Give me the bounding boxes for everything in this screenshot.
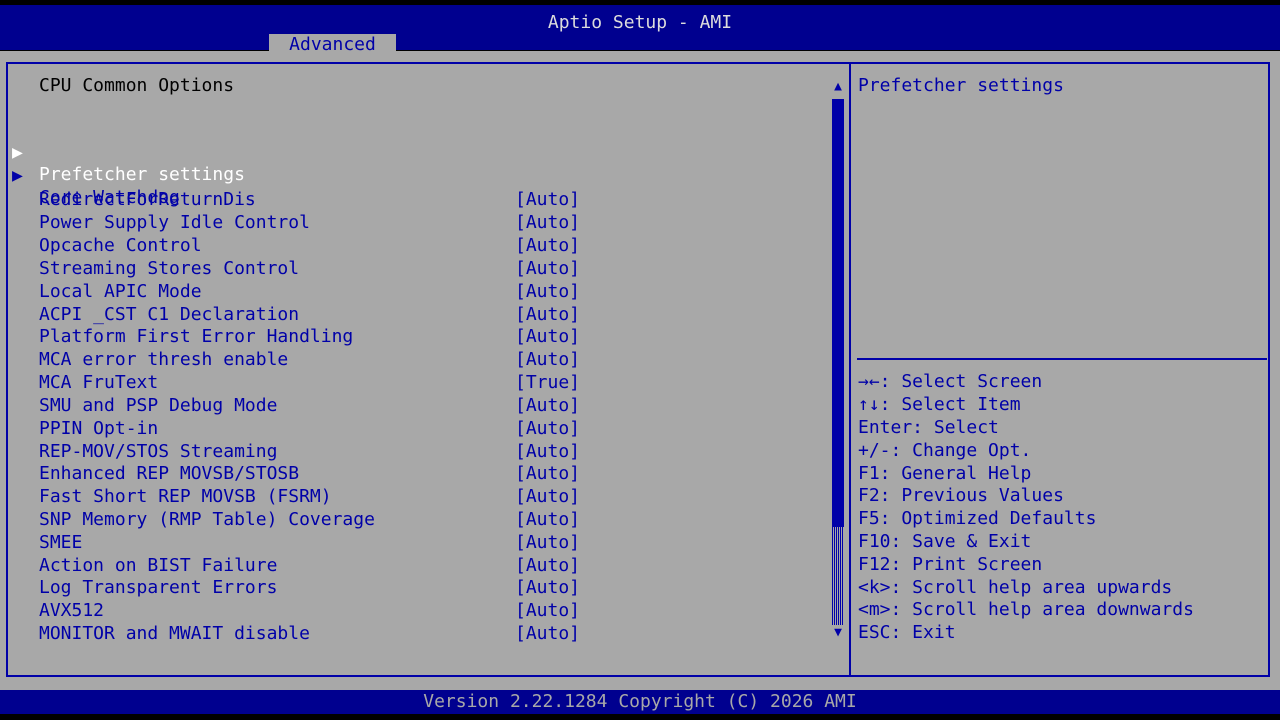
option-label: Streaming Stores Control: [39, 258, 300, 279]
option-row[interactable]: AVX512 [Auto]: [0, 600, 800, 622]
option-row[interactable]: ACPI _CST C1 Declaration [Auto]: [0, 304, 800, 326]
option-value: [Auto]: [515, 555, 581, 576]
submenu-label: Prefetcher settings: [39, 164, 245, 185]
option-value: [Auto]: [515, 189, 581, 210]
app-title: Aptio Setup - AMI: [547, 12, 733, 33]
option-value: [Auto]: [515, 349, 581, 370]
key-hint: +/-: Change Opt.: [858, 440, 1032, 461]
help-divider: [857, 358, 1267, 360]
option-label: PPIN Opt-in: [39, 418, 159, 439]
option-value: [Auto]: [515, 212, 581, 233]
option-label: RedirectForReturnDis: [39, 189, 256, 210]
option-label: Fast Short REP MOVSB (FSRM): [39, 486, 332, 507]
option-value: [Auto]: [515, 281, 581, 302]
option-value: [Auto]: [515, 326, 581, 347]
option-value: [Auto]: [515, 235, 581, 256]
option-row[interactable]: RedirectForReturnDis [Auto]: [0, 189, 800, 211]
key-hint: F12: Print Screen: [858, 554, 1043, 575]
option-row[interactable]: SMU and PSP Debug Mode [Auto]: [0, 395, 800, 417]
option-row[interactable]: Platform First Error Handling [Auto]: [0, 326, 800, 348]
option-label: Action on BIST Failure: [39, 555, 278, 576]
option-label: REP-MOV/STOS Streaming: [39, 441, 278, 462]
scrollbar-thumb[interactable]: [832, 527, 844, 625]
version-footer: Version 2.22.1284 Copyright (C) 2026 AMI: [0, 690, 1280, 714]
section-title: CPU Common Options: [39, 75, 235, 96]
pane-divider: [849, 62, 851, 677]
option-label: Local APIC Mode: [39, 281, 202, 302]
submenu-prefetcher-settings[interactable]: ▶ Prefetcher settings: [0, 120, 800, 185]
option-value: [True]: [515, 372, 581, 393]
option-row[interactable]: MCA error thresh enable [Auto]: [0, 349, 800, 371]
key-hint: <k>: Scroll help area upwards: [858, 577, 1173, 598]
option-label: MCA FruText: [39, 372, 159, 393]
option-label: SNP Memory (RMP Table) Coverage: [39, 509, 375, 530]
top-bar: Aptio Setup - AMI Advanced: [0, 5, 1280, 56]
option-label: MONITOR and MWAIT disable: [39, 623, 310, 644]
key-hint: ↑↓: Select Item: [858, 394, 1021, 415]
option-label: AVX512: [39, 600, 105, 621]
option-label: SMEE: [39, 532, 83, 553]
key-hint: ESC: Exit: [858, 622, 956, 643]
option-value: [Auto]: [515, 395, 581, 416]
submenu-pointer-icon: ▶: [12, 165, 23, 186]
scroll-down-icon[interactable]: ▼: [830, 626, 846, 640]
option-row[interactable]: Fast Short REP MOVSB (FSRM) [Auto]: [0, 486, 800, 508]
option-row[interactable]: REP-MOV/STOS Streaming [Auto]: [0, 441, 800, 463]
option-row[interactable]: Power Supply Idle Control [Auto]: [0, 212, 800, 234]
key-hint: Enter: Select: [858, 417, 999, 438]
key-hint: F10: Save & Exit: [858, 531, 1032, 552]
help-title: Prefetcher settings: [858, 75, 1064, 96]
option-value: [Auto]: [515, 304, 581, 325]
option-label: ACPI _CST C1 Declaration: [39, 304, 300, 325]
key-hint: F5: Optimized Defaults: [858, 508, 1097, 529]
key-hint: →←: Select Screen: [858, 371, 1043, 392]
submenu-core-watchdog[interactable]: ▶ Core Watchdog: [0, 143, 800, 208]
option-label: Enhanced REP MOVSB/STOSB: [39, 463, 300, 484]
option-row[interactable]: SNP Memory (RMP Table) Coverage [Auto]: [0, 509, 800, 531]
option-label: Log Transparent Errors: [39, 577, 278, 598]
option-row[interactable]: Log Transparent Errors [Auto]: [0, 577, 800, 599]
option-label: Power Supply Idle Control: [39, 212, 310, 233]
option-value: [Auto]: [515, 418, 581, 439]
key-hint: <m>: Scroll help area downwards: [858, 599, 1194, 620]
option-label: SMU and PSP Debug Mode: [39, 395, 278, 416]
option-row[interactable]: Enhanced REP MOVSB/STOSB [Auto]: [0, 463, 800, 485]
option-label: Platform First Error Handling: [39, 326, 354, 347]
option-row[interactable]: PPIN Opt-in [Auto]: [0, 418, 800, 440]
key-hint: F2: Previous Values: [858, 485, 1064, 506]
option-label: Opcache Control: [39, 235, 202, 256]
option-value: [Auto]: [515, 623, 581, 644]
option-value: [Auto]: [515, 486, 581, 507]
key-hint: F1: General Help: [858, 463, 1032, 484]
scroll-up-icon[interactable]: ▲: [830, 80, 846, 94]
option-value: [Auto]: [515, 509, 581, 530]
option-value: [Auto]: [515, 600, 581, 621]
option-row[interactable]: Action on BIST Failure [Auto]: [0, 555, 800, 577]
setup-panel: CPU Common Options ▶ Prefetcher settings…: [0, 51, 1280, 690]
option-value: [Auto]: [515, 463, 581, 484]
option-value: [Auto]: [515, 577, 581, 598]
option-row[interactable]: Opcache Control [Auto]: [0, 235, 800, 257]
option-row[interactable]: Streaming Stores Control [Auto]: [0, 258, 800, 280]
option-value: [Auto]: [515, 258, 581, 279]
option-value: [Auto]: [515, 532, 581, 553]
scrollbar[interactable]: [832, 99, 844, 625]
option-row[interactable]: SMEE [Auto]: [0, 532, 800, 554]
option-row[interactable]: MONITOR and MWAIT disable [Auto]: [0, 623, 800, 645]
option-row[interactable]: Local APIC Mode [Auto]: [0, 281, 800, 303]
option-value: [Auto]: [515, 441, 581, 462]
option-row[interactable]: MCA FruText [True]: [0, 372, 800, 394]
option-label: MCA error thresh enable: [39, 349, 289, 370]
